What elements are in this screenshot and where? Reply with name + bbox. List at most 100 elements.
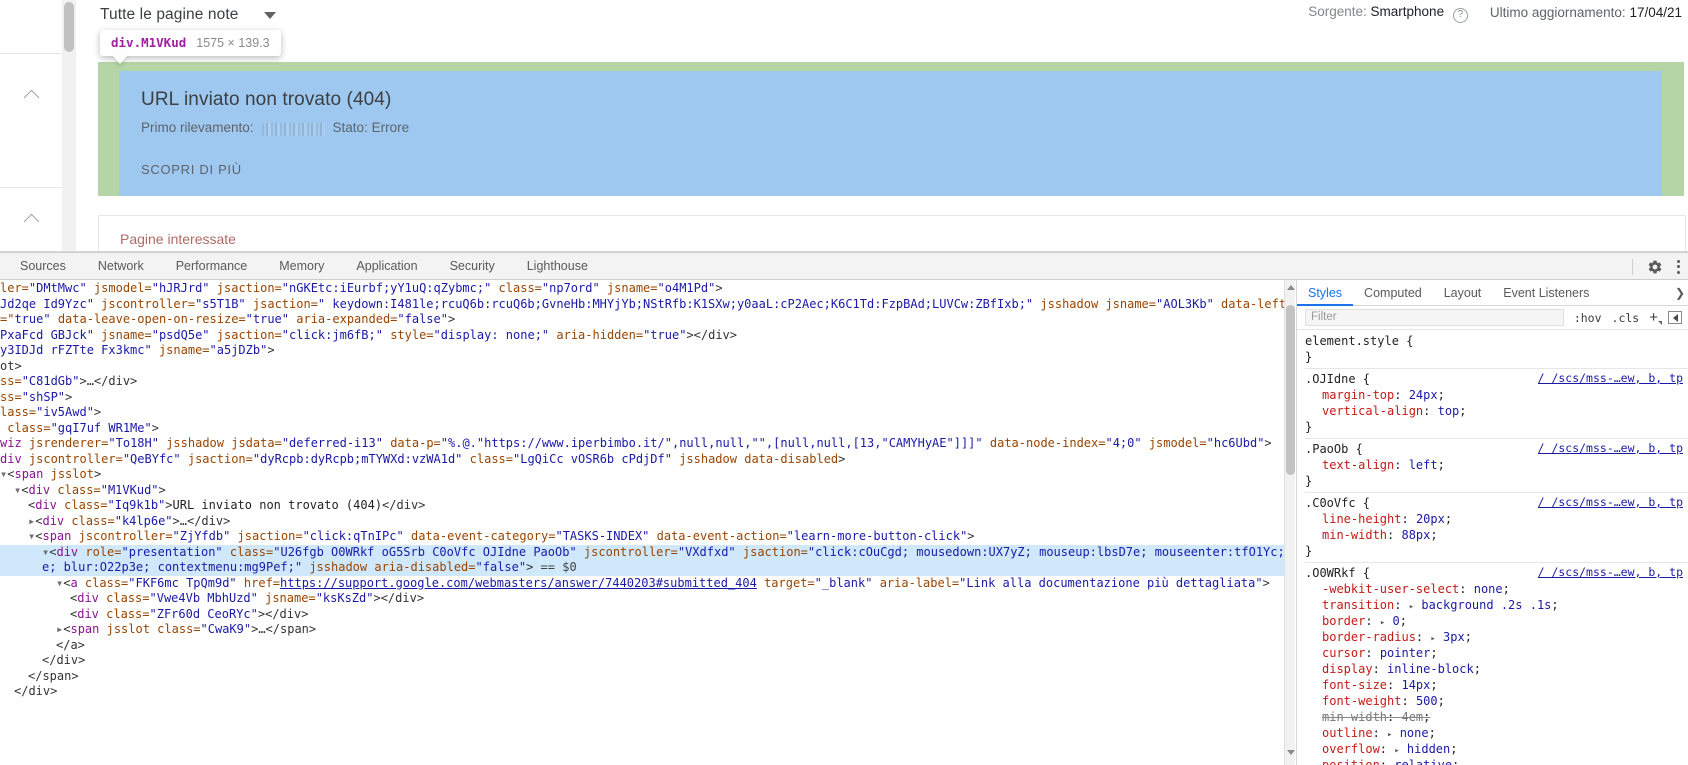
- inspected-element-highlight: URL inviato non trovato (404) Primo rile…: [98, 62, 1684, 196]
- styles-tab-computed[interactable]: Computed: [1353, 280, 1433, 306]
- style-declaration[interactable]: text-align: left;: [1305, 457, 1688, 473]
- styles-tab-event-listeners[interactable]: Event Listeners: [1492, 280, 1600, 306]
- first-detected-value-redacted: [261, 123, 325, 136]
- devtools-tools: [1632, 253, 1680, 280]
- style-declaration[interactable]: transition: ▸ background .2s .1s;: [1305, 597, 1688, 613]
- style-declaration[interactable]: font-size: 14px;: [1305, 677, 1688, 693]
- style-declaration[interactable]: line-height: 20px;: [1305, 511, 1688, 527]
- dom-tree-row[interactable]: lass="iv5Awd">: [0, 405, 1284, 421]
- page-scrollbar[interactable]: [62, 0, 76, 252]
- dom-tree-row[interactable]: </span>: [0, 669, 1284, 685]
- devtools-tab-network[interactable]: Network: [82, 253, 160, 280]
- style-declaration[interactable]: outline: ▸ none;: [1305, 725, 1688, 741]
- dom-tree-row[interactable]: <div class="Vwe4Vb MbhUzd" jsname="ksKsZ…: [0, 591, 1284, 607]
- issue-status: Stato: Errore: [332, 120, 410, 135]
- dom-tree-row[interactable]: ="true" data-leave-open-on-resize="true"…: [0, 312, 1284, 328]
- devtools-tab-memory[interactable]: Memory: [263, 253, 340, 280]
- style-rule[interactable]: .C0oVfc {/ /scs/mss-…ew, b, tp line-heigh…: [1305, 493, 1688, 563]
- scroll-up-arrow-icon[interactable]: [1287, 285, 1295, 290]
- dom-tree-row[interactable]: ot>: [0, 359, 1284, 375]
- style-rule-selector[interactable]: element.style {: [1305, 333, 1688, 349]
- styles-filter-input[interactable]: Filter: [1305, 309, 1564, 326]
- dom-tree-row[interactable]: ▾<span jsslot>: [0, 467, 1284, 483]
- style-declaration[interactable]: cursor: pointer;: [1305, 645, 1688, 661]
- style-rule-close-brace: }: [1305, 544, 1313, 558]
- new-style-rule-button[interactable]: +: [1649, 309, 1662, 326]
- dom-tree-row[interactable]: ss="shSP">: [0, 390, 1284, 406]
- devtools-tab-application[interactable]: Application: [340, 253, 433, 280]
- style-rule-source-link[interactable]: / /scs/mss-…ew, b, tp: [1538, 495, 1683, 509]
- dom-tree-row[interactable]: class="gqI7uf WR1Me">: [0, 421, 1284, 437]
- dom-tree-row[interactable]: <div class="Iq9k1b">URL inviato non trov…: [0, 498, 1284, 514]
- dom-tree-row[interactable]: ss="C81dGb">…</div>: [0, 374, 1284, 390]
- style-declaration[interactable]: -webkit-user-select: none;: [1305, 581, 1688, 597]
- devtools-tab-lighthouse[interactable]: Lighthouse: [511, 253, 604, 280]
- page-scrollbar-thumb[interactable]: [64, 2, 74, 52]
- style-rule-close-brace: }: [1305, 350, 1313, 364]
- dom-tree-scrollbar-thumb[interactable]: [1286, 305, 1295, 475]
- styles-sidebar: Styles Computed Layout Event Listeners ❯ Fil…: [1296, 280, 1688, 765]
- dom-tree-row[interactable]: Jd2qe Id9Yzc" jscontroller="s5T1B" jsact…: [0, 297, 1284, 313]
- dom-tree-row[interactable]: </div>: [0, 684, 1284, 700]
- collapse-card-2[interactable]: [0, 188, 62, 252]
- affected-pages-title: Pagine interessate: [120, 231, 236, 247]
- devtools-tab-security[interactable]: Security: [434, 253, 511, 280]
- element-inspect-tooltip: div.M1VKud 1575 × 139.3: [100, 30, 281, 56]
- known-pages-dropdown[interactable]: Tutte le pagine note: [100, 0, 277, 30]
- dom-tree-row[interactable]: </div>: [0, 653, 1284, 669]
- inspect-tooltip-dimensions: 1575 × 139.3: [196, 36, 270, 50]
- dom-tree-row[interactable]: y3IDJd rFZTte Fx3kmc" jsname="a5jDZb">: [0, 343, 1284, 359]
- kebab-menu-icon[interactable]: [1677, 259, 1680, 274]
- force-state-button[interactable]: :hov: [1574, 311, 1602, 325]
- dom-tree-row[interactable]: ler="DMtMwc" jsmodel="hJRJrd" jsaction="…: [0, 281, 1284, 297]
- help-circle-icon[interactable]: ?: [1452, 7, 1468, 23]
- style-declaration[interactable]: margin-top: 24px;: [1305, 387, 1688, 403]
- style-declaration[interactable]: border-radius: ▸ 3px;: [1305, 629, 1688, 645]
- devtools-tab-sources[interactable]: Sources: [0, 253, 82, 280]
- dom-tree-pane[interactable]: ler="DMtMwc" jsmodel="hJRJrd" jsaction="…: [0, 280, 1284, 765]
- devtools-panel: Sources Network Performance Memory Applicati…: [0, 252, 1688, 765]
- dom-tree-row[interactable]: PxaFcd GBJck" jsname="psdQ5e" jsaction="…: [0, 328, 1284, 344]
- styles-tab-styles[interactable]: Styles: [1297, 280, 1354, 306]
- dom-tree-row[interactable]: ▸<div class="k4lp6e">…</div>: [0, 514, 1284, 530]
- devtools-tab-performance[interactable]: Performance: [160, 253, 264, 280]
- issue-card: URL inviato non trovato (404) Primo rile…: [119, 71, 1662, 196]
- style-rule[interactable]: .O0WRkf {/ /scs/mss-…ew, b, tp -webkit-us…: [1305, 563, 1688, 765]
- style-rule-source-link[interactable]: / /scs/mss-…ew, b, tp: [1538, 441, 1683, 455]
- style-declaration[interactable]: font-weight: 500;: [1305, 693, 1688, 709]
- dom-tree-row[interactable]: ▾<div class="M1VKud">: [0, 483, 1284, 499]
- source-label: Sorgente:: [1308, 4, 1367, 19]
- style-rule-source-link[interactable]: / /scs/mss-…ew, b, tp: [1538, 371, 1683, 385]
- style-declaration[interactable]: min-width: 88px;: [1305, 527, 1688, 543]
- dom-tree-row[interactable]: ▾<span jscontroller="ZjYfdb" jsaction="c…: [0, 529, 1284, 545]
- dom-tree-scrollbar[interactable]: [1284, 280, 1295, 765]
- style-declaration[interactable]: vertical-align: top;: [1305, 403, 1688, 419]
- collapse-card-1[interactable]: [0, 53, 62, 188]
- dom-tree-row-selected[interactable]: ▾<div role="presentation" class="U26fgb …: [0, 544, 1284, 560]
- toggle-computed-sidebar-button[interactable]: [1668, 311, 1682, 324]
- learn-more-button[interactable]: SCOPRI DI PIÙ: [141, 162, 1662, 177]
- last-updated-info: Ultimo aggiornamento: 17/04/21: [1490, 5, 1682, 20]
- first-detected-label: Primo rilevamento:: [141, 120, 254, 135]
- dom-tree-row[interactable]: ▸<span jsslot class="CwaK9">…</span>: [0, 622, 1284, 638]
- dom-tree-row[interactable]: <div class="ZFr60d CeoRYc"></div>: [0, 607, 1284, 623]
- styles-tab-layout[interactable]: Layout: [1433, 280, 1493, 306]
- style-declaration[interactable]: border: ▸ 0;: [1305, 613, 1688, 629]
- scroll-down-arrow-icon[interactable]: [1287, 750, 1295, 755]
- style-declaration[interactable]: overflow: ▸ hidden;: [1305, 741, 1688, 757]
- styles-rules-list[interactable]: element.style {} .OJIdne {/ /scs/mss-…ew,…: [1297, 331, 1688, 765]
- style-declaration[interactable]: display: inline-block;: [1305, 661, 1688, 677]
- dom-tree-row[interactable]: </a>: [0, 638, 1284, 654]
- style-rule-source-link[interactable]: / /scs/mss-…ew, b, tp: [1538, 565, 1683, 579]
- style-declaration[interactable]: min-width: 4em;: [1305, 709, 1688, 725]
- dom-tree-row[interactable]: ▾<a class="FKF6mc TpQm9d" href=https://s…: [0, 576, 1284, 592]
- style-rule[interactable]: element.style {}: [1305, 331, 1688, 369]
- style-rule[interactable]: .PaoOb {/ /scs/mss-…ew, b, tp text-align:…: [1305, 439, 1688, 493]
- dom-tree-row[interactable]: div jscontroller="QeBYfc" jsaction="dyRc…: [0, 452, 1284, 468]
- element-classes-button[interactable]: .cls: [1612, 311, 1640, 325]
- dom-tree-row[interactable]: wiz jsrenderer="To18H" jsshadow jsdata="…: [0, 436, 1284, 452]
- dom-tree-row-selected[interactable]: e; blur:O22p3e; contextmenu:mg9Pef;" jss…: [0, 560, 1284, 576]
- gear-icon[interactable]: [1647, 259, 1663, 275]
- style-rule[interactable]: .OJIdne {/ /scs/mss-…ew, b, tp margin-top…: [1305, 369, 1688, 439]
- more-tabs-icon[interactable]: ❯: [1675, 286, 1685, 300]
